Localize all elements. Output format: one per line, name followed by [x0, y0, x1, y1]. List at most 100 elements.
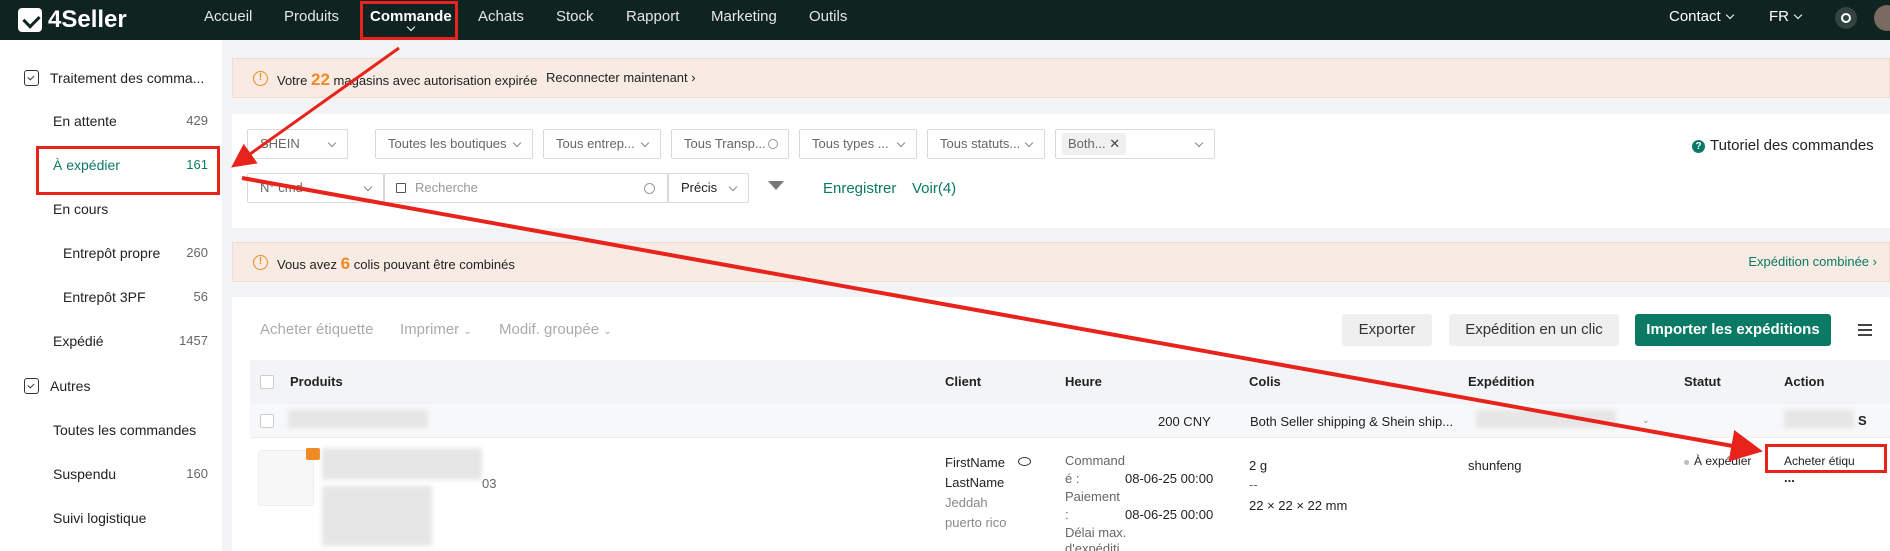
language-label: FR: [1769, 8, 1789, 25]
sidebar-item-in-progress[interactable]: En cours: [0, 197, 222, 221]
close-icon[interactable]: ✕: [1109, 136, 1120, 151]
column-header-packages: Colis: [1249, 374, 1281, 389]
column-header-shipping: Expédition: [1468, 374, 1535, 389]
sidebar-item-shipped[interactable]: Expédié 1457: [0, 329, 222, 353]
nav-item-outils[interactable]: Outils: [809, 0, 847, 40]
carrier-select-value: Tous Transp...: [684, 136, 766, 151]
sidebar-item-label: Entrepôt propre: [63, 245, 161, 261]
combined-shipping-link[interactable]: Expédition combinée ›: [1748, 254, 1877, 269]
alert-text-pre: Vous avez: [277, 257, 337, 272]
type-select-value: Tous types ...: [812, 136, 889, 151]
chevron-down-icon[interactable]: ⌄: [1642, 415, 1650, 426]
sidebar-item-count: 260: [186, 245, 208, 260]
sidebar-item-all-orders[interactable]: Toutes les commandes: [0, 418, 222, 442]
alert-text-pre: Votre: [277, 73, 308, 88]
chevron-down-icon: [1725, 10, 1734, 20]
filter-icon[interactable]: [768, 181, 784, 190]
chevron-down-icon: ⌄: [603, 326, 612, 337]
eye-icon[interactable]: [1018, 457, 1031, 466]
redacted-shipping-info: [1476, 410, 1616, 428]
sidebar: Traitement des comma... En attente 429 À…: [0, 40, 222, 551]
sidebar-group-others[interactable]: Autres: [0, 374, 222, 398]
print-menu[interactable]: Imprimer ⌄: [400, 321, 472, 338]
annotation-box-commande: [360, 1, 458, 40]
sidebar-item-label: En cours: [53, 201, 109, 217]
redacted-product-title: [322, 448, 482, 480]
status-badge: À expédier: [1694, 454, 1752, 468]
match-mode-select[interactable]: Précis: [668, 173, 749, 203]
type-select[interactable]: Tous types ...: [799, 129, 917, 159]
gear-icon[interactable]: [1835, 7, 1857, 29]
shops-select[interactable]: Toutes les boutiques: [375, 129, 533, 159]
logo[interactable]: 4Seller: [18, 4, 127, 36]
chevron-down-icon: [1194, 138, 1204, 148]
sidebar-item-pending[interactable]: En attente 429: [0, 109, 222, 133]
sidebar-group-order-processing[interactable]: Traitement des comma...: [0, 66, 222, 90]
filter-panel: SHEIN Toutes les boutiques Tous entrep..…: [232, 114, 1890, 228]
warning-icon: !: [253, 255, 268, 270]
alert-count: 22: [310, 70, 330, 89]
sidebar-item-label: En attente: [53, 113, 117, 129]
sidebar-item-own-warehouse[interactable]: Entrepôt propre 260: [0, 241, 222, 265]
language-menu[interactable]: FR: [1769, 0, 1803, 40]
select-all-checkbox[interactable]: [260, 375, 274, 389]
one-click-shipping-button[interactable]: Expédition en un clic: [1449, 314, 1619, 346]
nav-item-accueil[interactable]: Accueil: [204, 0, 252, 40]
search-input[interactable]: Recherche: [384, 173, 668, 203]
column-settings-icon[interactable]: [1858, 324, 1872, 336]
clear-icon[interactable]: [768, 139, 778, 149]
fulfillment-tag-label: Both...: [1068, 136, 1106, 151]
package-weight: 2 g: [1249, 458, 1268, 473]
sidebar-item-suspended[interactable]: Suspendu 160: [0, 462, 222, 486]
nav-item-rapport[interactable]: Rapport: [626, 0, 679, 40]
table-row: 03 FirstName LastName Jeddah puerto rico…: [250, 438, 1890, 551]
shops-select-value: Toutes les boutiques: [388, 136, 507, 151]
fulfillment-select[interactable]: Both... ✕: [1055, 129, 1215, 159]
search-icon[interactable]: [644, 183, 655, 194]
sidebar-item-label: Suivi logistique: [53, 510, 147, 526]
save-filter-button[interactable]: Enregistrer: [823, 180, 896, 197]
order-id-suffix: S: [1858, 413, 1867, 428]
export-button[interactable]: Exporter: [1342, 314, 1432, 346]
payment-time-label: Paiement: [1065, 489, 1120, 504]
nav-item-stock[interactable]: Stock: [556, 0, 594, 40]
tutorial-link[interactable]: ? Tutoriel des commandes: [1692, 137, 1874, 154]
buy-label-button[interactable]: Acheter étiquette: [260, 321, 373, 338]
nav-item-achats[interactable]: Achats: [478, 0, 524, 40]
column-header-products: Produits: [290, 374, 343, 389]
import-shipments-button[interactable]: Importer les expéditions: [1635, 314, 1831, 346]
clipboard-icon: [24, 378, 39, 394]
sidebar-item-3pf-warehouse[interactable]: Entrepôt 3PF 56: [0, 285, 222, 309]
platform-select-value: SHEIN: [260, 136, 300, 151]
carrier-name: shunfeng: [1468, 458, 1522, 473]
bulk-edit-menu[interactable]: Modif. groupée ⌄: [499, 321, 612, 338]
order-time-label: Command: [1065, 453, 1125, 468]
warehouse-select-value: Tous entrep...: [556, 136, 635, 151]
sidebar-item-tracking[interactable]: Suivi logistique: [0, 506, 222, 530]
sku-suffix: 03: [482, 476, 497, 491]
contact-menu[interactable]: Contact: [1669, 0, 1734, 40]
order-number-select[interactable]: N° cmd: [247, 173, 384, 203]
sidebar-item-label: Toutes les commandes: [53, 422, 197, 438]
sidebar-item-count: 160: [186, 466, 208, 481]
nav-item-produits[interactable]: Produits: [284, 0, 339, 40]
warehouse-select[interactable]: Tous entrep...: [543, 129, 661, 159]
sidebar-item-label: Expédié: [53, 333, 104, 349]
client-last-name: LastName: [945, 475, 1005, 490]
reconnect-link[interactable]: Reconnecter maintenant ›: [546, 70, 696, 85]
column-header-time: Heure: [1065, 374, 1102, 389]
row-checkbox[interactable]: [260, 414, 274, 428]
avatar[interactable]: [1874, 5, 1890, 31]
sidebar-item-count: 56: [193, 289, 208, 304]
redacted-product-image: [322, 486, 432, 546]
order-number-select-value: N° cmd: [260, 180, 303, 195]
column-header-client: Client: [945, 374, 982, 389]
status-select[interactable]: Tous statuts...: [927, 129, 1045, 159]
platform-select[interactable]: SHEIN: [247, 129, 348, 159]
nav-item-marketing[interactable]: Marketing: [711, 0, 777, 40]
alert-count: 6: [340, 254, 351, 273]
print-menu-label: Imprimer: [400, 321, 460, 338]
view-saved-button[interactable]: Voir(4): [912, 180, 956, 197]
chevron-down-icon: [512, 138, 522, 148]
carrier-select[interactable]: Tous Transp...: [671, 129, 789, 159]
